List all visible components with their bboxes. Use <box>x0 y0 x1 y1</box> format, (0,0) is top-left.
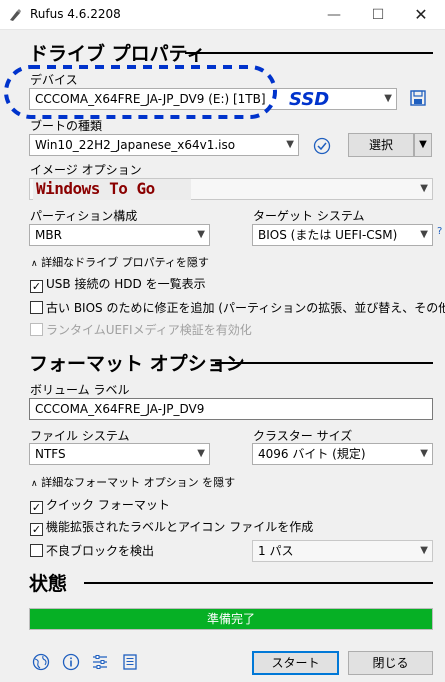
start-button[interactable]: スタート <box>252 651 339 675</box>
target-system-label: ターゲット システム <box>253 209 365 223</box>
boot-selection-select[interactable]: Win10_22H2_Japanese_x64v1.iso ▼ <box>29 134 299 156</box>
close-window-button[interactable]: ✕ <box>405 4 437 26</box>
header-rule <box>215 362 433 364</box>
annotation-windows-to-go: Windows To Go <box>36 179 155 198</box>
header-rule <box>84 582 433 584</box>
chevron-down-icon: ▼ <box>197 448 205 459</box>
chevron-down-icon: ▼ <box>384 93 392 104</box>
volume-label-input[interactable]: CCCOMA_X64FRE_JA-JP_DV9 <box>29 398 433 420</box>
uefi-runtime-label: ランタイムUEFIメディア検証を有効化 <box>46 323 252 337</box>
close-button[interactable]: 閉じる <box>348 651 433 675</box>
info-icon[interactable] <box>62 653 80 671</box>
file-system-value: NTFS <box>35 447 66 461</box>
extended-label-label: 機能拡張されたラベルとアイコン ファイルを作成 <box>46 520 314 534</box>
uefi-runtime-checkbox[interactable]: ランタイムUEFIメディア検証を有効化 <box>30 321 252 337</box>
advanced-drive-toggle-label: 詳細なドライブ プロパティを隠す <box>41 256 209 269</box>
boot-selection-value: Win10_22H2_Japanese_x64v1.iso <box>35 138 236 152</box>
chevron-down-icon: ▼ <box>286 139 294 150</box>
chevron-down-icon: ▼ <box>420 183 428 194</box>
volume-label-label: ボリューム ラベル <box>30 383 130 397</box>
settings-sliders-icon[interactable] <box>91 653 109 671</box>
cluster-size-value: 4096 バイト (規定) <box>258 447 366 461</box>
checkbox-checked-icon: ✓ <box>30 501 43 514</box>
cluster-size-label: クラスター サイズ <box>253 429 353 443</box>
chevron-down-icon: ▼ <box>420 448 428 459</box>
cluster-size-select[interactable]: 4096 バイト (規定) ▼ <box>252 443 433 465</box>
checkbox-unchecked-icon <box>30 323 43 336</box>
checkbox-checked-icon: ✓ <box>30 523 43 536</box>
partition-scheme-select[interactable]: MBR ▼ <box>29 224 210 246</box>
extended-label-checkbox[interactable]: ✓ 機能拡張されたラベルとアイコン ファイルを作成 <box>30 518 314 536</box>
drive-properties-title: ドライブ プロパティ <box>29 43 206 65</box>
old-bios-checkbox[interactable]: 古い BIOS のために修正を追加 (パーティションの拡張、並び替え、その他) <box>30 299 445 315</box>
target-system-value: BIOS (または UEFI-CSM) <box>258 228 398 242</box>
title-bar: Rufus 4.6.2208 — ☐ ✕ <box>0 0 445 30</box>
status-header: 状態 <box>29 569 433 595</box>
advanced-drive-toggle[interactable]: ∧ 詳細なドライブ プロパティを隠す <box>31 254 209 270</box>
select-button[interactable]: 選択 <box>348 133 414 157</box>
passes-select[interactable]: 1 パス ▼ <box>252 540 433 562</box>
annotation-ssd-text: SSD <box>289 89 330 110</box>
old-bios-label: 古い BIOS のために修正を追加 (パーティションの拡張、並び替え、その他) <box>46 301 445 315</box>
boot-type-label: ブートの種類 <box>30 119 103 133</box>
rufus-app-icon <box>10 9 21 21</box>
target-system-select[interactable]: BIOS (または UEFI-CSM) ▼ <box>252 224 433 246</box>
checkbox-unchecked-icon <box>30 301 43 314</box>
checkbox-checked-icon: ✓ <box>30 280 43 293</box>
log-icon[interactable] <box>121 653 139 671</box>
advanced-format-toggle-label: 詳細なフォーマット オプション を隠す <box>41 476 236 489</box>
chevron-up-icon: ∧ <box>31 479 38 489</box>
annotation-dashed-ellipse <box>4 65 277 119</box>
advanced-format-toggle[interactable]: ∧ 詳細なフォーマット オプション を隠す <box>31 474 235 490</box>
file-system-select[interactable]: NTFS ▼ <box>29 443 210 465</box>
status-progress-bar: 準備完了 <box>29 608 433 630</box>
minimize-button[interactable]: — <box>318 4 350 26</box>
chevron-down-icon: ▼ <box>197 229 205 240</box>
chevron-down-icon: ▼ <box>420 545 428 556</box>
chevron-down-icon: ▼ <box>420 229 428 240</box>
passes-value: 1 パス <box>258 544 294 558</box>
usb-hdd-checkbox[interactable]: ✓ USB 接続の HDD を一覧表示 <box>30 275 206 293</box>
drive-properties-header: ドライブ プロパティ <box>29 39 433 65</box>
format-options-header: フォーマット オプション <box>29 349 433 375</box>
file-system-label: ファイル システム <box>30 429 130 443</box>
quick-format-label: クイック フォーマット <box>46 498 170 512</box>
maximize-button[interactable]: ☐ <box>362 4 394 26</box>
partition-scheme-label: パーティション構成 <box>30 209 138 223</box>
usb-hdd-label: USB 接続の HDD を一覧表示 <box>46 277 206 291</box>
bad-blocks-checkbox[interactable]: 不良ブロックを検出 <box>30 542 154 558</box>
select-split-arrow[interactable]: ▼ <box>414 133 432 157</box>
chevron-up-icon: ∧ <box>31 259 38 269</box>
window-title: Rufus 4.6.2208 <box>30 7 121 21</box>
image-option-label: イメージ オプション <box>30 163 142 177</box>
save-icon[interactable] <box>410 90 426 106</box>
header-rule <box>185 52 433 54</box>
checkbox-unchecked-icon <box>30 544 43 557</box>
status-title: 状態 <box>29 573 68 595</box>
quick-format-checkbox[interactable]: ✓ クイック フォーマット <box>30 496 170 514</box>
language-globe-icon[interactable] <box>32 653 50 671</box>
help-icon[interactable]: ? <box>437 226 442 237</box>
partition-scheme-value: MBR <box>35 228 62 242</box>
format-options-title: フォーマット オプション <box>29 353 245 375</box>
bad-blocks-label: 不良ブロックを検出 <box>46 544 155 558</box>
verify-check-icon[interactable] <box>313 137 331 155</box>
